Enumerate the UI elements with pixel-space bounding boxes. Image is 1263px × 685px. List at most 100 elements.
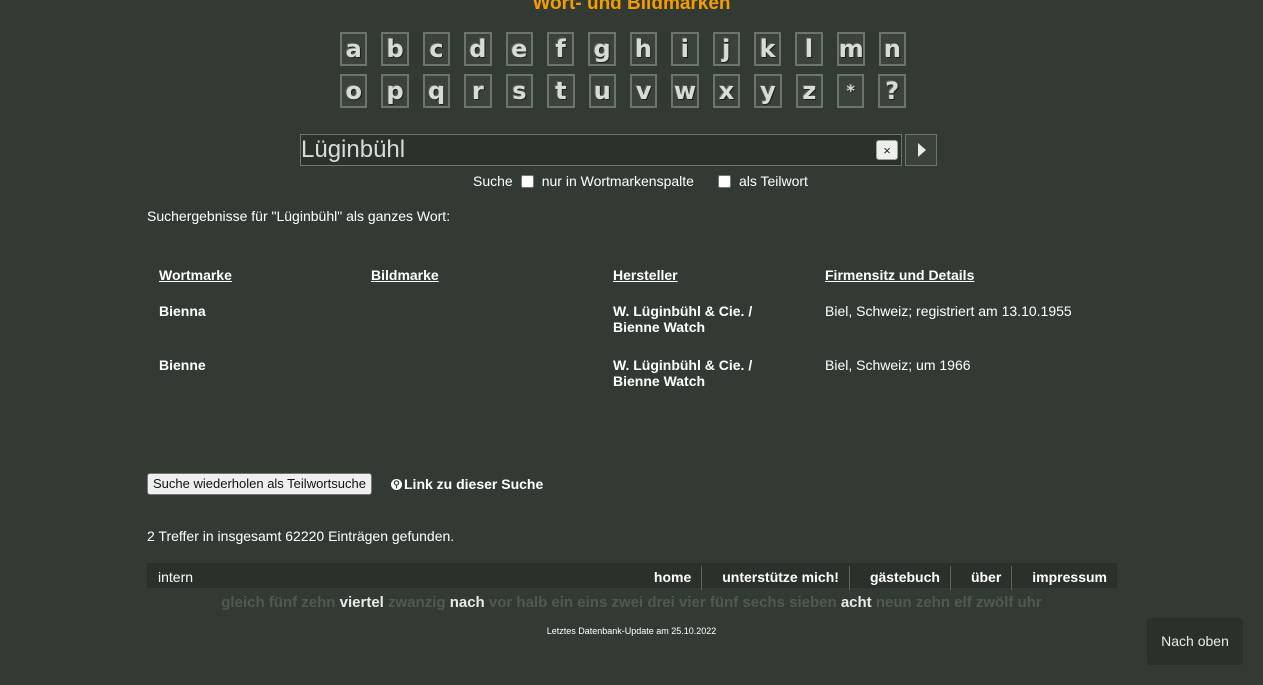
cell-bildmarke: [359, 357, 601, 411]
column-header-firmensitz[interactable]: Firmensitz und Details: [813, 258, 1117, 303]
letter-button[interactable]: n: [878, 32, 907, 66]
clock-word: ein: [551, 594, 574, 611]
letter-button[interactable]: p: [381, 74, 409, 108]
clock-word: vor: [488, 594, 513, 611]
letter-button[interactable]: j: [712, 32, 740, 66]
clock-word: viertel: [339, 594, 384, 611]
clock-word: neun: [875, 594, 912, 611]
letter-button[interactable]: o: [340, 74, 368, 108]
nav-guestbook[interactable]: gästebuch: [850, 563, 950, 588]
table-row: Bienne W. Lüginbühl & Cie. / Bienne Watc…: [147, 357, 1117, 411]
search-link[interactable]: ⚲ Link zu dieser Suche: [391, 476, 543, 492]
table-row: Bienna W. Lüginbühl & Cie. / Bienne Watc…: [147, 303, 1117, 357]
letter-button[interactable]: a: [340, 32, 368, 66]
clock-word: fünf: [709, 594, 739, 611]
nav-impressum[interactable]: impressum: [1012, 563, 1117, 588]
page-title: Wort- und Bildmarken: [532, 0, 731, 14]
footer-nav: home unterstütze mich! gästebuch über im…: [634, 563, 1117, 590]
letter-button-star[interactable]: *: [837, 74, 865, 108]
letter-button[interactable]: u: [588, 74, 616, 108]
nav-support[interactable]: unterstütze mich!: [702, 563, 849, 588]
hits-count: 2 Treffer in insgesamt 62220 Einträgen g…: [147, 528, 455, 544]
clock-word: elf: [954, 594, 972, 611]
letter-button[interactable]: e: [505, 32, 533, 66]
clock-word: sechs: [742, 594, 785, 611]
search-bar: ×: [300, 134, 937, 166]
clock-word: drei: [647, 594, 675, 611]
clock-word: zwanzig: [388, 594, 446, 611]
teilwort-label: als Teilwort: [738, 173, 808, 189]
letter-button[interactable]: k: [753, 32, 782, 66]
clock-word: zehn: [301, 594, 336, 611]
clock-word: gleich: [221, 594, 265, 611]
search-submit-button[interactable]: [905, 134, 937, 166]
footer-intern-link[interactable]: intern: [158, 569, 193, 585]
letter-button-question[interactable]: ?: [878, 74, 906, 108]
letter-button[interactable]: y: [754, 74, 782, 108]
wortmarken-only-label: nur in Wortmarkenspalte: [541, 173, 694, 189]
alphabet-row-2: o p q r s t u v w x y z * ?: [340, 74, 920, 116]
search-input[interactable]: [301, 135, 871, 165]
letter-button[interactable]: s: [505, 74, 534, 108]
clock-word: halb: [516, 594, 548, 611]
letter-button[interactable]: d: [464, 32, 492, 66]
clock-word: vier: [679, 594, 706, 611]
word-clock: gleich fünf zehn viertel zwanzig nach vo…: [0, 594, 1263, 611]
letter-button[interactable]: l: [795, 32, 823, 66]
letter-button[interactable]: i: [671, 32, 699, 66]
letter-button[interactable]: z: [795, 74, 824, 108]
repeat-as-partial-search-button[interactable]: Suche wiederholen als Teilwortsuche: [147, 473, 372, 495]
search-box: ×: [300, 134, 902, 166]
cell-bildmarke: [359, 303, 601, 357]
cell-details: Biel, Schweiz; registriert am 13.10.1955: [825, 303, 1072, 319]
cell-details: Biel, Schweiz; um 1966: [825, 357, 971, 373]
clear-search-button[interactable]: ×: [876, 140, 898, 160]
letter-button[interactable]: f: [546, 32, 575, 66]
clock-word: uhr: [1017, 594, 1042, 611]
results-table: Wortmarke Bildmarke Hersteller Firmensit…: [147, 258, 1117, 411]
search-options: Suche nur in Wortmarkenspalte als Teilwo…: [473, 173, 808, 189]
column-header-bildmarke[interactable]: Bildmarke: [359, 258, 601, 303]
clock-word: acht: [840, 594, 872, 611]
search-link-label: Link zu dieser Suche: [404, 476, 544, 492]
cell-hersteller: W. Lüginbühl & Cie. / Bienne Watch: [613, 303, 753, 335]
column-header-wortmarke[interactable]: Wortmarke: [147, 258, 359, 303]
letter-button[interactable]: q: [422, 74, 451, 108]
cell-wortmarke: Bienna: [159, 303, 206, 319]
link-icon: ⚲: [391, 478, 402, 490]
letter-button[interactable]: r: [464, 74, 492, 108]
clock-word: zehn: [915, 594, 951, 611]
teilwort-checkbox[interactable]: [717, 174, 731, 188]
play-arrow-icon: [918, 143, 926, 157]
wortmarken-only-checkbox[interactable]: [520, 174, 534, 188]
letter-button[interactable]: m: [836, 32, 865, 66]
clock-word: sieben: [789, 594, 837, 611]
letter-button[interactable]: v: [629, 74, 658, 108]
cell-hersteller: W. Lüginbühl & Cie. / Bienne Watch: [613, 357, 753, 389]
alphabet-row-1: a b c d e f g h i j k l m n: [340, 32, 920, 74]
letter-button[interactable]: c: [422, 32, 451, 66]
page: Wort- und Bildmarken a b c d e f g h i j…: [0, 0, 1263, 685]
letter-button[interactable]: h: [629, 32, 658, 66]
clock-word: zwei: [611, 594, 644, 611]
nav-home[interactable]: home: [634, 563, 701, 588]
clock-word: eins: [577, 594, 608, 611]
alphabet-nav: a b c d e f g h i j k l m n o p q r s t …: [340, 32, 920, 116]
letter-button[interactable]: t: [547, 74, 575, 108]
clock-word: nach: [449, 594, 485, 611]
letter-button[interactable]: b: [381, 32, 409, 66]
footer-nav-bar: intern home unterstütze mich! gästebuch …: [147, 563, 1117, 590]
table-header-row: Wortmarke Bildmarke Hersteller Firmensit…: [147, 258, 1117, 303]
clock-word: zwölf: [975, 594, 1014, 611]
nav-about[interactable]: über: [951, 563, 1011, 588]
last-update: Letztes Datenbank-Update am 25.10.2022: [546, 626, 717, 636]
letter-button[interactable]: x: [712, 74, 741, 108]
back-to-top-button[interactable]: Nach oben: [1147, 618, 1243, 665]
letter-button[interactable]: g: [588, 32, 616, 66]
letter-button[interactable]: w: [671, 74, 699, 108]
search-options-label: Suche: [473, 173, 513, 189]
results-intro: Suchergebnisse für "Lüginbühl" als ganze…: [147, 208, 451, 224]
clock-word: fünf: [268, 594, 298, 611]
column-header-hersteller[interactable]: Hersteller: [601, 258, 813, 303]
cell-wortmarke: Bienne: [159, 357, 206, 373]
